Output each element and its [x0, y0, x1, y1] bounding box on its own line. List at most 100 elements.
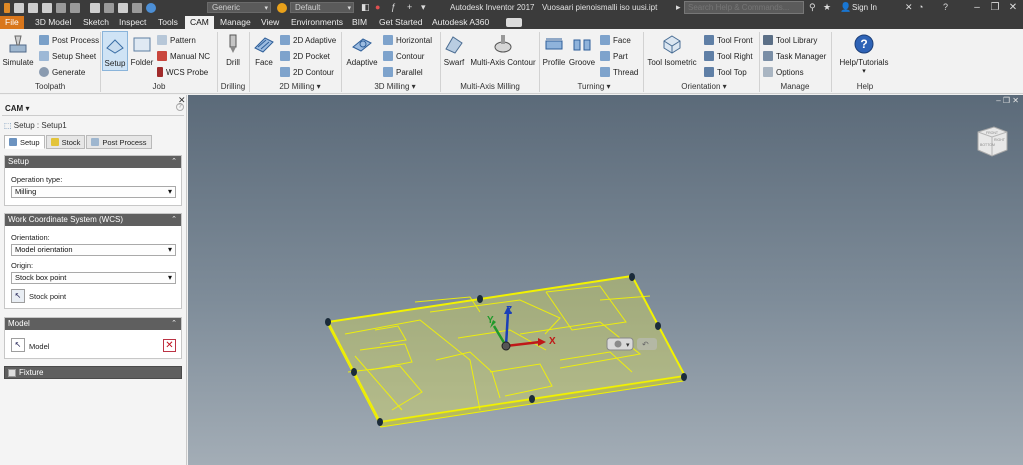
pattern-button[interactable]: Pattern	[157, 35, 196, 45]
tool-top-button[interactable]: Tool Top	[704, 67, 747, 77]
wcs-origin[interactable]	[501, 341, 511, 351]
app-menu-icon[interactable]	[4, 3, 10, 13]
contour-button[interactable]: Contour	[383, 51, 424, 61]
thread-button[interactable]: Thread	[600, 67, 638, 77]
close-icon[interactable]: ✕	[1002, 0, 1023, 16]
orientation-select[interactable]: Model orientation	[11, 244, 176, 256]
model-pick-button[interactable]: ↖	[11, 338, 25, 352]
tool-isometric-button[interactable]: Tool Isometric	[646, 33, 698, 67]
2d-contour-button[interactable]: 2D Contour	[280, 67, 334, 77]
tool-library-button[interactable]: Tool Library	[763, 35, 817, 45]
ribbon-display-toggle[interactable]	[506, 18, 522, 27]
model-section-header[interactable]: Model ⌃	[5, 318, 181, 330]
fixture-section-header[interactable]: Fixture	[4, 366, 182, 379]
2d-pocket-button[interactable]: 2D Pocket	[280, 51, 330, 61]
save-icon[interactable]	[42, 3, 52, 13]
simulate-button[interactable]: Simulate	[2, 33, 34, 67]
wcs-section-header[interactable]: Work Coordinate System (WCS) ⌃	[5, 214, 181, 226]
search-icon[interactable]: ⚲	[809, 2, 816, 13]
search-expand-icon[interactable]: ▸	[676, 2, 681, 13]
search-input[interactable]	[684, 1, 804, 14]
origin-select[interactable]: Stock box point	[11, 272, 176, 284]
folder-button[interactable]: Folder	[129, 33, 155, 67]
home-icon[interactable]	[90, 3, 100, 13]
clear-override-icon[interactable]: ●	[375, 2, 380, 13]
clear-model-button[interactable]: ✕	[163, 339, 176, 352]
options-button[interactable]: Options	[763, 67, 804, 77]
help-icon[interactable]: ?	[943, 2, 948, 13]
tab-get-started[interactable]: Get Started	[374, 16, 427, 29]
exchange-icon[interactable]: ✕	[905, 2, 913, 13]
open-icon[interactable]	[28, 3, 38, 13]
appearance-dropdown[interactable]: Default	[290, 2, 354, 13]
setup-sheet-button[interactable]: Setup Sheet	[39, 51, 96, 61]
parallel-button[interactable]: Parallel	[383, 67, 423, 77]
tool-front-button[interactable]: Tool Front	[704, 35, 753, 45]
face-button[interactable]: Face	[251, 33, 277, 67]
panel-label-turning[interactable]: Turning ▾	[572, 82, 616, 91]
wcs-probe-button[interactable]: WCS Probe	[157, 67, 208, 77]
tab-inspect[interactable]: Inspect	[114, 16, 151, 29]
drill-button[interactable]: Drill	[220, 33, 246, 67]
favorites-icon[interactable]: ★	[823, 2, 831, 13]
tab-stock[interactable]: Stock	[45, 135, 86, 149]
new-icon[interactable]	[14, 3, 24, 13]
tool-right-button[interactable]: Tool Right	[704, 51, 753, 61]
setup-section-header[interactable]: Setup ⌃	[5, 156, 181, 168]
fx-icon[interactable]: ƒ	[391, 2, 396, 13]
collapse-icon[interactable]: ⌃	[171, 318, 177, 330]
mini-toolbar[interactable]: ▾ ↶	[606, 337, 657, 351]
tab-3d-model[interactable]: 3D Model	[30, 16, 76, 29]
2d-adaptive-button[interactable]: 2D Adaptive	[280, 35, 336, 45]
collapse-icon[interactable]: ⌃	[171, 214, 177, 226]
stock-handle[interactable]	[655, 322, 661, 330]
stock-point-pick-button[interactable]: ↖	[11, 289, 25, 303]
adaptive-button[interactable]: Adaptive	[344, 33, 380, 67]
panel-label-orientation[interactable]: Orientation ▾	[676, 82, 732, 91]
profile-button[interactable]: Profile	[541, 33, 567, 67]
tab-sketch[interactable]: Sketch	[78, 16, 114, 29]
help-tutorials-button[interactable]: ? Help/Tutorials ▾	[836, 33, 892, 75]
fixture-checkbox[interactable]	[8, 369, 16, 377]
stock-handle[interactable]	[681, 373, 687, 381]
measure-icon[interactable]	[132, 3, 142, 13]
cam-browser-title[interactable]: CAM ▾	[5, 104, 29, 113]
stock-handle[interactable]	[529, 395, 535, 403]
stock-handle[interactable]	[377, 418, 383, 426]
select-icon[interactable]	[118, 3, 128, 13]
sign-in-link[interactable]: Sign In	[852, 3, 877, 12]
stock-handle[interactable]	[351, 368, 357, 376]
tab-file[interactable]: File	[0, 16, 24, 29]
update-icon[interactable]	[104, 3, 114, 13]
tab-view[interactable]: View	[256, 16, 284, 29]
collapse-icon[interactable]: ⌃	[171, 156, 177, 168]
tab-setup[interactable]: Setup	[4, 135, 45, 149]
plus-icon[interactable]: +	[407, 2, 412, 13]
stock-handle[interactable]	[325, 318, 331, 326]
adjust-icon[interactable]: ◧	[361, 2, 370, 13]
groove-button[interactable]: Groove	[569, 33, 595, 67]
multi-axis-contour-button[interactable]: Multi-Axis Contour	[468, 33, 538, 67]
manual-nc-button[interactable]: Manual NC	[157, 51, 210, 61]
operation-type-select[interactable]: Milling	[11, 186, 176, 198]
generate-button[interactable]: Generate	[39, 67, 85, 77]
horizontal-button[interactable]: Horizontal	[383, 35, 432, 45]
post-process-button[interactable]: Post Process	[39, 35, 99, 45]
turn-face-button[interactable]: Face	[600, 35, 631, 45]
task-manager-button[interactable]: Task Manager	[763, 51, 826, 61]
setup-button[interactable]: Setup	[102, 31, 128, 71]
tab-bim[interactable]: BIM	[347, 16, 372, 29]
color-globe-icon[interactable]	[146, 3, 156, 13]
undo-icon[interactable]	[56, 3, 66, 13]
graphics-viewport[interactable]: – ❐ ✕ FRONT RIGHT BOTTOM Z X Y ▾ ↶	[188, 95, 1023, 465]
a360-icon[interactable]: ◔	[918, 2, 923, 13]
tab-environments[interactable]: Environments	[286, 16, 348, 29]
tab-manage[interactable]: Manage	[215, 16, 256, 29]
chevron-down-icon[interactable]: ▾	[421, 2, 426, 13]
panel-label-3d-milling[interactable]: 3D Milling ▾	[369, 82, 421, 91]
stock-handle[interactable]	[477, 295, 483, 303]
panel-label-2d-milling[interactable]: 2D Milling ▾	[274, 82, 326, 91]
help-icon[interactable]: ?	[176, 103, 184, 111]
tab-post-process[interactable]: Post Process	[86, 135, 152, 149]
tab-autodesk-a360[interactable]: Autodesk A360	[427, 16, 494, 29]
